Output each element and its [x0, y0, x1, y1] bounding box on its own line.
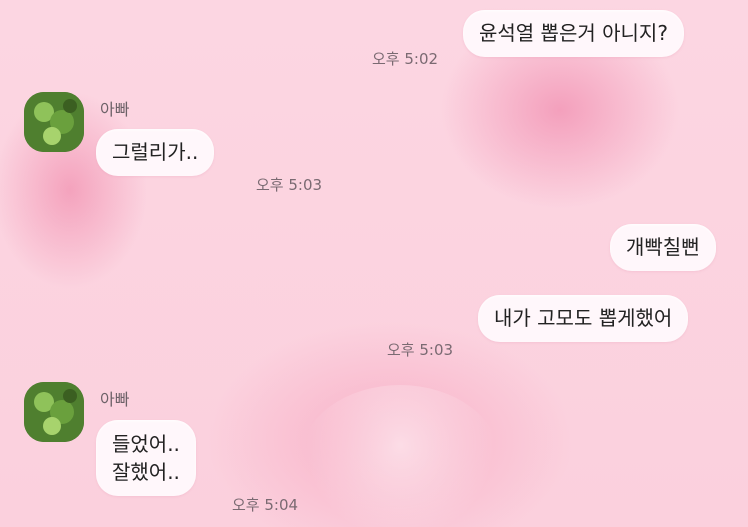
message-bubble-outgoing[interactable]: 윤석열 뽑은거 아니지?	[463, 10, 684, 57]
sender-name: 아빠	[100, 390, 130, 409]
message-time: 오후 5:02	[372, 50, 439, 68]
message-text: 개빡칠뻔	[626, 235, 700, 259]
sender-name: 아빠	[100, 100, 130, 119]
heart-decoration	[300, 385, 500, 527]
message-time: 오후 5:03	[256, 176, 323, 194]
message-bubble-outgoing[interactable]: 내가 고모도 뽑게했어	[478, 295, 689, 342]
message-text-line: 들었어..	[112, 432, 180, 456]
message-text: 그럴리가..	[112, 140, 199, 164]
message-bubble-incoming[interactable]: 그럴리가..	[96, 129, 215, 176]
message-text: 윤석열 뽑은거 아니지?	[479, 21, 668, 45]
message-bubble-incoming[interactable]: 들었어.. 잘했어..	[96, 420, 196, 496]
avatar-image	[24, 382, 84, 442]
avatar[interactable]	[24, 382, 84, 442]
message-time: 오후 5:04	[232, 496, 299, 514]
message-text: 내가 고모도 뽑게했어	[494, 306, 673, 330]
chat-background: 윤석열 뽑은거 아니지? 오후 5:02 아빠 그럴리가.. 오후 5:03 개…	[0, 0, 748, 527]
message-bubble-outgoing[interactable]: 개빡칠뻔	[610, 224, 716, 271]
message-time: 오후 5:03	[387, 341, 454, 359]
message-text-line: 잘했어..	[112, 460, 180, 484]
avatar[interactable]	[24, 92, 84, 152]
avatar-image	[24, 92, 84, 152]
